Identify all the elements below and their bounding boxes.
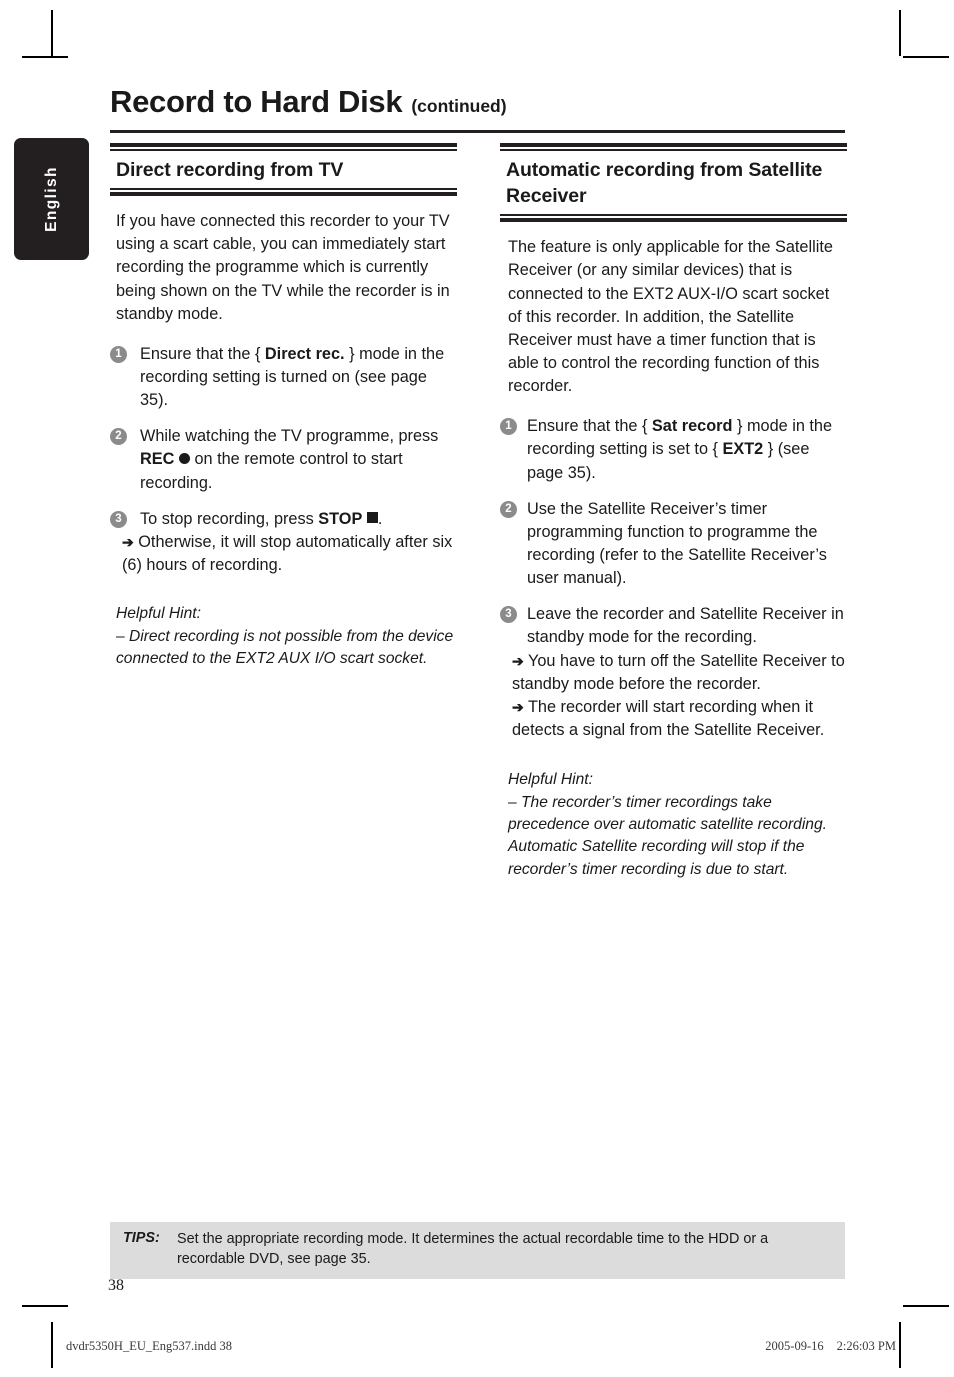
tips-label: TIPS: (123, 1230, 160, 1246)
arrow-right-icon: ➔ (512, 652, 524, 669)
crop-mark-bottom-right-vertical (899, 1322, 901, 1368)
crop-mark-top-left-horizontal (22, 56, 68, 58)
hint-text: – Direct recording is not possible from … (116, 627, 454, 667)
manual-page: English Record to Hard Disk (continued) … (0, 0, 954, 1377)
footer-filename: dvdr5350H_EU_Eng537.indd 38 (66, 1339, 232, 1353)
step-text: Use the Satellite Receiver’s timer progr… (527, 499, 827, 588)
step-number: 1 (500, 418, 517, 436)
step-number: 3 (500, 606, 517, 624)
print-footer: dvdr5350H_EU_Eng537.indd 38 2005-09-16 2… (66, 1339, 896, 1354)
tips-box: TIPS: Set the appropriate recording mode… (110, 1222, 845, 1279)
hint-title: Helpful Hint: (116, 605, 201, 623)
list-item: 1 Ensure that the { Sat record } mode in… (500, 415, 847, 484)
footer-timestamp: 2005-09-16 2:26:03 PM (765, 1339, 896, 1354)
step-text: Ensure that the { Sat record } mode in t… (527, 417, 833, 482)
crop-mark-top-right-vertical (899, 10, 901, 56)
page-number: 38 (108, 1277, 124, 1294)
language-tab: English (14, 138, 89, 260)
language-tab-label: English (42, 166, 60, 232)
crop-mark-top-left-vertical (51, 10, 53, 56)
page-title-main: Record to Hard Disk (110, 84, 403, 119)
stop-square-icon (366, 512, 378, 524)
step-number: 2 (500, 500, 517, 518)
page-header: Record to Hard Disk (continued) (110, 84, 845, 133)
helpful-hint-left: Helpful Hint: – Direct recording is not … (116, 603, 457, 670)
hint-text: – The recorder’s timer recordings take p… (508, 793, 827, 878)
section-rule-top-thick (110, 143, 457, 147)
step-number: 3 (110, 510, 127, 528)
steps-list-right: 1 Ensure that the { Sat record } mode in… (500, 415, 847, 742)
intro-paragraph-right: The feature is only applicable for the S… (508, 238, 833, 396)
hint-title: Helpful Hint: (508, 771, 593, 789)
step-text: While watching the TV programme, press R… (140, 427, 439, 492)
column-left: Direct recording from TV If you have con… (110, 143, 457, 881)
footer-time: 2:26:03 PM (836, 1339, 896, 1353)
record-dot-icon (178, 452, 190, 464)
arrow-right-icon: ➔ (512, 698, 524, 715)
arrow-right-icon: ➔ (122, 533, 134, 550)
content-columns: Direct recording from TV If you have con… (110, 143, 847, 881)
crop-mark-bottom-right-horizontal (903, 1305, 949, 1307)
step-text: Ensure that the { Direct rec. } mode in … (140, 344, 445, 410)
crop-mark-bottom-left-horizontal (22, 1305, 68, 1307)
intro-paragraph-left: If you have connected this recorder to y… (116, 212, 450, 323)
list-item: 2 Use the Satellite Receiver’s timer pro… (500, 498, 847, 591)
list-item: 3 Leave the recorder and Satellite Recei… (500, 603, 847, 742)
list-item: 2 While watching the TV programme, press… (110, 425, 457, 494)
column-right: Automatic recording from Satellite Recei… (500, 143, 847, 881)
section-rule-bottom-thick (110, 192, 457, 197)
page-title-continued: (continued) (411, 96, 507, 116)
list-item: 1 Ensure that the { Direct rec. } mode i… (110, 343, 457, 412)
footer-date: 2005-09-16 (765, 1339, 824, 1353)
step-number: 2 (110, 428, 127, 446)
page-title-rule (110, 130, 845, 133)
step-note: ➔ You have to turn off the Satellite Rec… (512, 651, 845, 693)
list-item: 3 To stop recording, press STOP . ➔ Othe… (110, 508, 457, 577)
step-note: ➔ The recorder will start recording when… (512, 697, 825, 739)
section-rule-bottom-thin (500, 214, 847, 217)
section-title-direct-recording: Direct recording from TV (116, 159, 344, 181)
section-rule-bottom-thick (500, 218, 847, 223)
steps-list-left: 1 Ensure that the { Direct rec. } mode i… (110, 343, 457, 577)
crop-mark-bottom-left-vertical (51, 1322, 53, 1368)
helpful-hint-right: Helpful Hint: – The recorder’s timer rec… (508, 769, 847, 881)
section-rule-top-thick (500, 143, 847, 147)
step-number: 1 (110, 345, 127, 363)
section-title-automatic-recording: Automatic recording from Satellite Recei… (506, 159, 823, 208)
step-text: Leave the recorder and Satellite Receive… (512, 605, 847, 742)
step-note: ➔ Otherwise, it will stop automatically … (122, 532, 453, 574)
page-title: Record to Hard Disk (continued) (110, 84, 845, 120)
crop-mark-top-right-horizontal (903, 56, 949, 58)
step-text: To stop recording, press STOP . ➔ Otherw… (122, 510, 457, 577)
tips-text: Set the appropriate recording mode. It d… (177, 1231, 769, 1267)
section-rule-bottom-thin (110, 188, 457, 191)
